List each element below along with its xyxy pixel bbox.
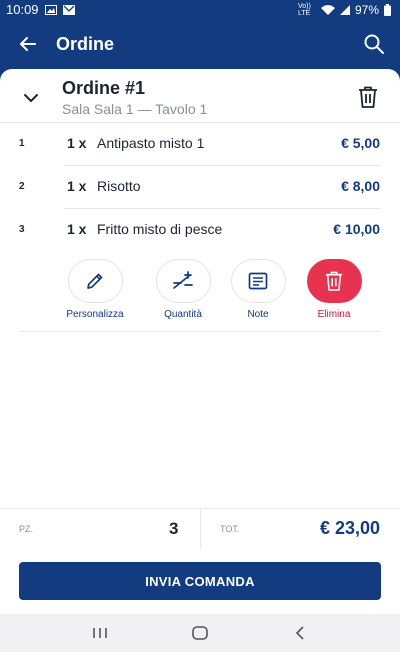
home-icon xyxy=(192,626,208,640)
wifi-icon xyxy=(320,4,335,15)
item-price: € 8,00 xyxy=(341,178,380,194)
page-title: Ordine xyxy=(56,33,115,54)
customize-label: Personalizza xyxy=(66,309,124,320)
system-nav-bar xyxy=(0,614,400,652)
total-amount: € 23,00 xyxy=(319,518,380,538)
chevron-down-icon xyxy=(24,94,38,102)
notes-action[interactable]: Note xyxy=(223,259,293,320)
search-icon xyxy=(364,34,384,54)
delete-label: Elimina xyxy=(317,309,351,320)
network-label: Vo)) LTE xyxy=(297,2,311,17)
arrow-left-icon xyxy=(20,37,36,51)
pieces-label: PZ. xyxy=(19,524,34,534)
quantity-button[interactable] xyxy=(155,259,211,303)
item-index: 3 xyxy=(19,224,25,235)
recent-apps-button[interactable] xyxy=(80,614,120,652)
item-actions: Personalizza Quantità Note Elimina xyxy=(0,259,400,334)
quantity-action[interactable]: Quantità xyxy=(148,259,218,320)
quantity-label: Quantità xyxy=(164,309,202,320)
total-label: TOT. xyxy=(220,524,240,534)
customize-button[interactable] xyxy=(67,259,123,303)
signal-icon xyxy=(339,4,350,15)
notes-label: Note xyxy=(247,309,269,320)
app-bar: Ordine xyxy=(0,19,400,69)
image-notification-icon xyxy=(44,4,57,15)
order-header: Ordine #1 Sala Sala 1 — Tavolo 1 xyxy=(0,69,400,123)
collapse-button[interactable] xyxy=(20,87,42,109)
back-button[interactable] xyxy=(0,19,56,69)
recent-apps-icon xyxy=(93,628,107,638)
battery-icon xyxy=(384,3,391,16)
back-nav-icon xyxy=(295,626,304,640)
item-name: Risotto xyxy=(97,178,141,194)
notes-button[interactable] xyxy=(230,259,286,303)
actions-divider xyxy=(20,331,380,332)
order-item-row[interactable]: 2 1 x Risotto € 8,00 xyxy=(0,166,400,209)
order-item-row[interactable]: 1 1 x Antipasto misto 1 € 5,00 xyxy=(0,123,400,166)
totals-divider xyxy=(200,509,201,549)
item-name: Antipasto misto 1 xyxy=(97,135,205,151)
item-quantity: 1 x xyxy=(67,135,87,151)
search-button[interactable] xyxy=(348,19,400,69)
item-index: 2 xyxy=(19,181,25,192)
pencil-icon xyxy=(87,273,103,289)
item-price: € 10,00 xyxy=(333,221,380,237)
mail-notification-icon xyxy=(62,4,75,15)
status-time: 10:09 xyxy=(6,2,39,17)
order-title: Ordine #1 xyxy=(62,78,146,98)
back-nav-button[interactable] xyxy=(280,614,320,652)
order-item-row-selected[interactable]: 3 1 x Fritto misto di pesce € 10,00 xyxy=(0,209,400,252)
trash-icon xyxy=(325,271,343,291)
delete-order-button[interactable] xyxy=(356,85,380,109)
home-button[interactable] xyxy=(180,614,220,652)
pieces-count: 3 xyxy=(169,519,179,538)
item-price: € 5,00 xyxy=(341,135,380,151)
send-order-button[interactable]: INVIA COMANDA xyxy=(19,562,381,600)
item-name: Fritto misto di pesce xyxy=(97,221,223,237)
order-sheet: Ordine #1 Sala Sala 1 — Tavolo 1 1 1 x A… xyxy=(0,69,400,509)
customize-action[interactable]: Personalizza xyxy=(60,259,130,320)
delete-action[interactable]: Elimina xyxy=(299,259,369,320)
plus-minus-icon xyxy=(173,271,193,289)
status-bar: 10:09 Vo)) LTE 97% xyxy=(0,0,400,19)
item-quantity: 1 x xyxy=(67,221,87,237)
battery-percent: 97% xyxy=(354,2,379,17)
trash-icon xyxy=(359,86,377,108)
delete-item-button[interactable] xyxy=(306,259,362,303)
order-location: Sala Sala 1 — Tavolo 1 xyxy=(62,101,208,117)
totals-bar: PZ. 3 TOT. € 23,00 xyxy=(0,508,400,549)
item-quantity: 1 x xyxy=(67,178,87,194)
item-index: 1 xyxy=(19,138,25,149)
note-icon xyxy=(248,272,268,290)
